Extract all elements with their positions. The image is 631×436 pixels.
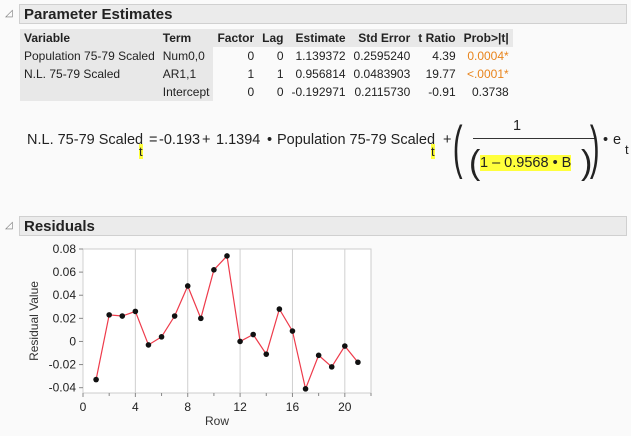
data-point	[237, 338, 243, 345]
table-cell: 0.3738	[471, 85, 509, 99]
data-point	[355, 359, 361, 366]
x-tick-label: 12	[233, 400, 247, 414]
table-cell: 0.0483903	[353, 67, 411, 81]
table-cell: AR1,1	[158, 65, 214, 83]
column-header[interactable]: Term	[158, 29, 214, 47]
column-header[interactable]: Estimate	[287, 29, 350, 47]
table-cell: 0.956814	[295, 67, 346, 81]
data-point	[250, 331, 256, 338]
data-point	[171, 313, 178, 319]
data-point	[158, 334, 165, 340]
data-point	[315, 352, 322, 359]
column-header[interactable]: Std Error	[349, 29, 415, 47]
table-cell: Intercept	[158, 83, 214, 101]
y-tick-label: -0.02	[49, 358, 77, 372]
data-point	[328, 364, 335, 370]
table-cell: Population 75-79 Scaled	[20, 47, 159, 65]
data-point	[342, 343, 348, 349]
y-tick-label: 0.04	[53, 288, 77, 302]
table-cell: 0	[276, 85, 284, 99]
data-point	[289, 328, 296, 334]
data-point	[145, 342, 152, 348]
model-equation: N.L. 75-79 Scaled t = -0.193 + 1.1394 • …	[27, 115, 629, 188]
table-cell: 1	[247, 67, 255, 81]
eq-var: Population 75-79 Scaled	[277, 132, 436, 148]
table-cell: 19.77	[425, 67, 456, 81]
inner-left-paren: (	[469, 144, 481, 182]
table-cell: 1.139372	[295, 49, 346, 63]
x-tick-label: 20	[338, 400, 352, 414]
y-tick-label: 0.02	[53, 311, 77, 325]
table-cell	[20, 83, 159, 101]
column-header[interactable]: Variable	[20, 29, 159, 47]
y-tick-label: 0.08	[53, 242, 77, 256]
data-point	[119, 313, 126, 319]
y-axis-label: Residual Value	[27, 281, 41, 361]
parameter-estimates-header[interactable]: Parameter Estimates	[19, 4, 627, 24]
column-header[interactable]: Factor	[213, 29, 259, 47]
collapse-triangle-icon[interactable]: ◿	[5, 220, 13, 231]
x-tick-label: 4	[132, 400, 139, 414]
eq-plus: +	[202, 132, 211, 148]
eq-err-sub: t	[625, 142, 629, 157]
data-point	[132, 308, 139, 315]
data-point	[211, 267, 217, 273]
eq-err: e	[613, 132, 622, 148]
residual-chart: 0 4 8 12 16 20 0.08 0.06 0.04 0.02 0 -0.02 -0.04 Row R…	[27, 242, 372, 428]
eq-denominator: 1 – 0.9568 • B	[480, 155, 572, 171]
left-paren: (	[452, 115, 463, 180]
eq-dot: •	[267, 132, 273, 148]
eq-sub-t: t	[139, 144, 143, 159]
table-cell: 4.39	[432, 49, 456, 63]
eq-numerator: 1	[513, 118, 522, 134]
eq-const: -0.193	[159, 132, 201, 148]
table-cell: 0.2595240	[353, 49, 411, 63]
x-tick-label: 0	[80, 400, 87, 414]
table-cell: 0.2115730	[354, 85, 411, 99]
table-cell: 0.0004*	[467, 49, 509, 63]
table-cell: Num0,0	[158, 47, 214, 65]
data-point	[276, 306, 283, 312]
table-row: N.L. 75-79 Scaled AR1,1 1 1 0.956814 0.048390…	[20, 65, 513, 83]
eq-lhs: N.L. 75-79 Scaled	[27, 132, 144, 148]
y-tick-label: -0.04	[49, 381, 77, 395]
eq-dot2: •	[603, 132, 609, 148]
data-point	[184, 283, 191, 289]
x-axis-label: Row	[205, 414, 229, 428]
data-point	[93, 376, 99, 383]
data-point	[198, 315, 204, 322]
data-point	[106, 312, 112, 318]
table-cell: 0	[247, 85, 255, 99]
collapse-triangle-icon[interactable]: ◿	[5, 8, 13, 19]
eq-coef: 1.1394	[216, 132, 261, 148]
table-cell: -0.192971	[291, 85, 346, 99]
data-point	[302, 386, 309, 392]
data-point	[224, 253, 230, 259]
table-cell: N.L. 75-79 Scaled	[20, 65, 159, 83]
column-header[interactable]: Lag	[258, 29, 288, 47]
table-cell: <.0001*	[466, 67, 509, 81]
plot-area	[82, 248, 372, 394]
column-header[interactable]: t Ratio	[414, 29, 460, 47]
y-tick-label: 0.06	[53, 265, 77, 279]
table-row: Population 75-79 Scaled Num0,0 0 0 1.139372 0…	[20, 47, 513, 65]
table-cell: 0	[247, 49, 255, 63]
eq-sub-t2: t	[431, 144, 435, 159]
x-tick-label: 8	[184, 400, 191, 414]
column-header[interactable]: Prob>|t|	[459, 29, 513, 47]
eq-plus2: +	[443, 132, 452, 148]
table-row: Intercept 0 0 -0.192971 0.2115730 -0.91 0.3738	[20, 83, 513, 101]
x-tick-label: 16	[286, 400, 300, 414]
table-cell: -0.91	[428, 85, 456, 99]
data-point	[263, 351, 270, 357]
y-tick-label: 0	[69, 334, 76, 348]
eq-sign: =	[149, 132, 158, 148]
right-paren: )	[589, 115, 600, 180]
residuals-header[interactable]: Residuals	[19, 216, 627, 236]
parameter-estimates-table: Variable Term Factor Lag Estimate Std Error t …	[20, 29, 513, 101]
table-cell: 0	[276, 49, 284, 63]
table-cell: 1	[276, 67, 284, 81]
